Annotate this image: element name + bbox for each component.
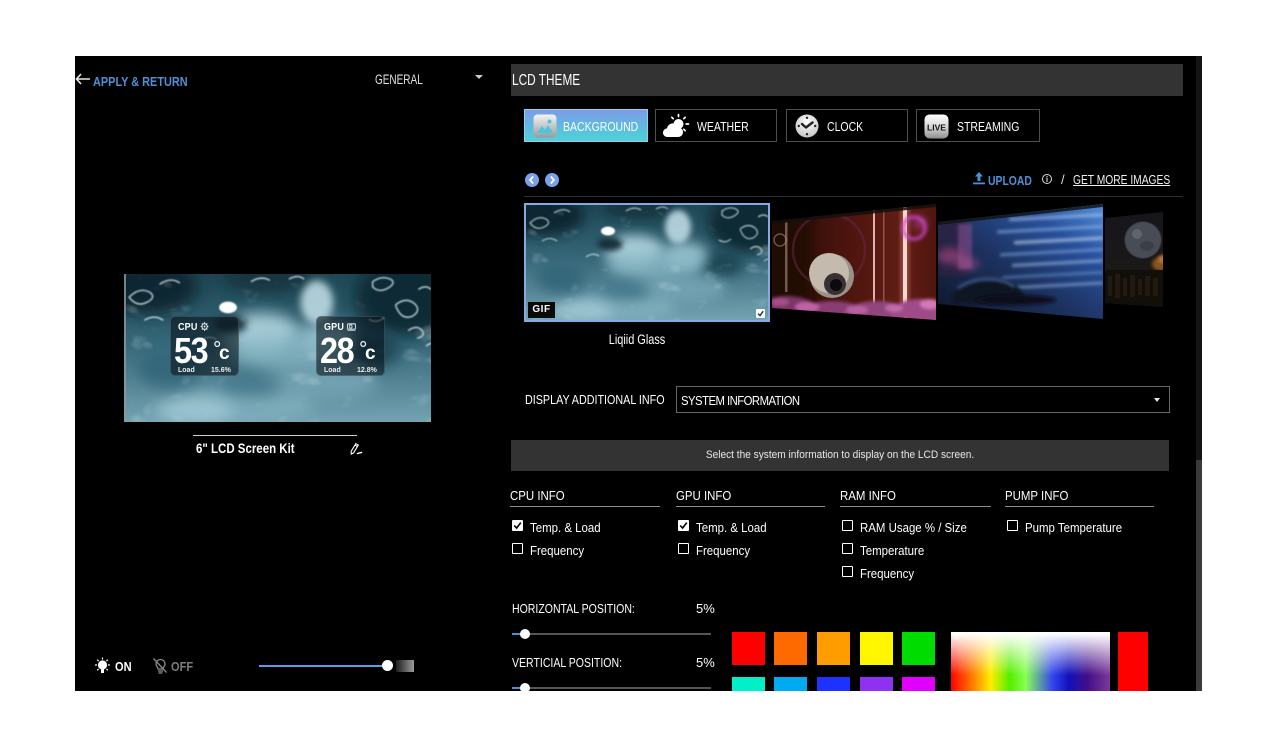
svg-text:LIVE: LIVE <box>927 123 946 133</box>
